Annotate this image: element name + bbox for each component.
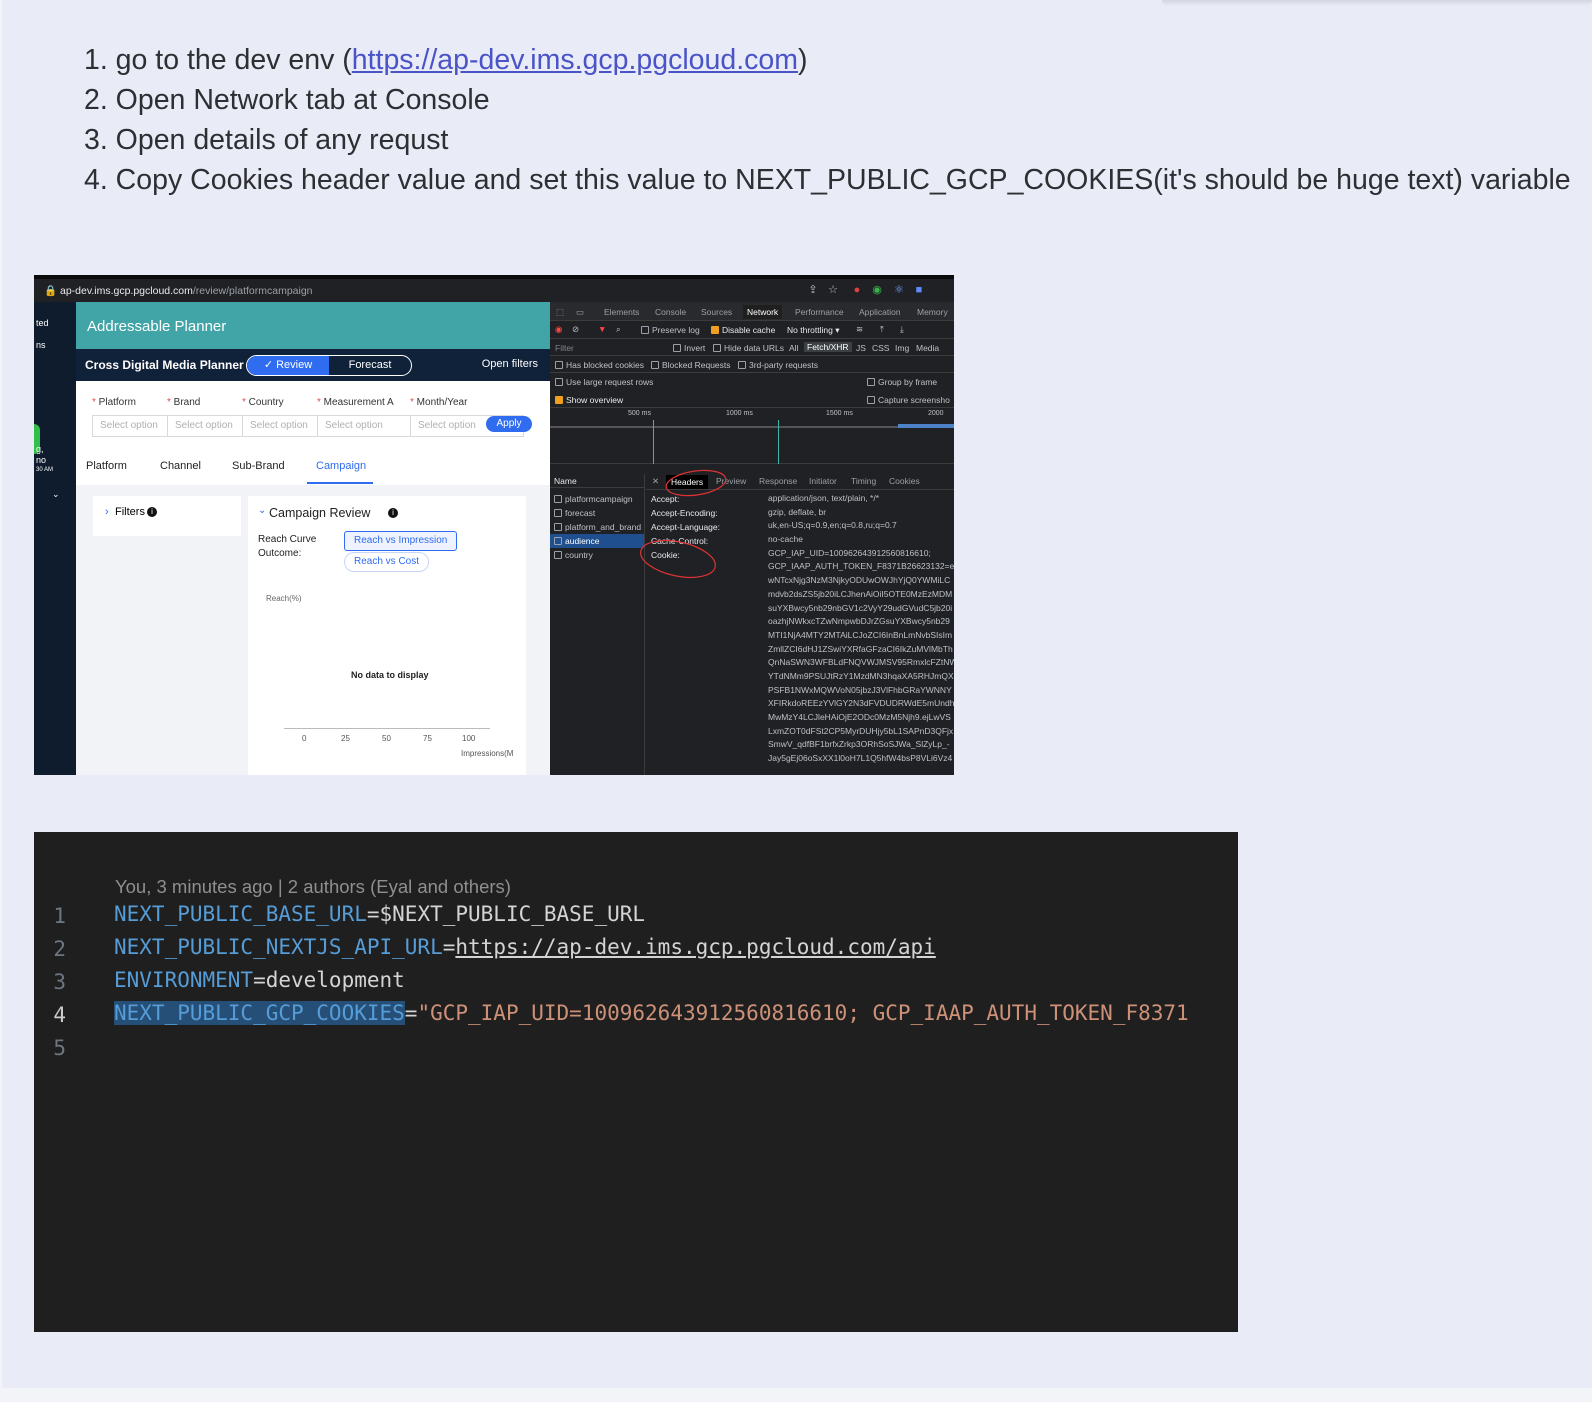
open-filters-button[interactable]: Open filters <box>482 358 538 370</box>
selected-text: NEXT_PUBLIC_GCP_COOKIES <box>114 1001 405 1025</box>
y-axis-label: Reach(%) <box>266 594 302 603</box>
reach-vs-cost-button[interactable]: Reach vs Cost <box>344 552 430 572</box>
x-tick: 50 <box>382 734 391 743</box>
country-select[interactable]: Select option <box>242 415 318 437</box>
x-tick: 100 <box>462 734 476 743</box>
left-sidebar: ted ns g, no 30 AM ⌄ <box>34 302 76 775</box>
dev-env-link[interactable]: https://ap-dev.ims.gcp.pgcloud.com <box>352 44 798 76</box>
step-4: 4. Copy Cookies header value and set thi… <box>84 164 1571 196</box>
x-axis-line <box>284 728 490 729</box>
filters-panel[interactable]: › Filters i <box>93 496 241 536</box>
line-number: 2 <box>53 937 66 961</box>
line-number-current: 4 <box>53 1003 66 1027</box>
level-tabs: Platform Channel Sub-Brand Campaign <box>76 447 550 485</box>
x-tick: 75 <box>423 734 432 743</box>
extension-icon: ● <box>853 284 861 296</box>
devtools-screenshot-image: 🔒 ap-dev.ims.gcp.pgcloud.com/review/plat… <box>34 275 954 775</box>
git-blame-annotation: You, 3 minutes ago | 2 authors (Eyal and… <box>115 876 511 897</box>
code-line-3[interactable]: ENVIRONMENT=development <box>114 968 405 992</box>
app-title: Addressable Planner <box>76 302 550 349</box>
browser-url: 🔒 ap-dev.ims.gcp.pgcloud.com/review/plat… <box>44 285 313 297</box>
mode-switch: ✓ Review Forecast <box>246 355 412 376</box>
red-annotation-circles <box>640 469 727 579</box>
chevron-down-icon: ⌄ <box>52 489 60 499</box>
instruction-list: 1. go to the dev env (https://ap-dev.ims… <box>84 40 1571 200</box>
chevron-right-icon: › <box>105 506 109 518</box>
api-url-link: https://ap-dev.ims.gcp.pgcloud.com/api <box>455 935 936 959</box>
step-1: 1. go to the dev env (https://ap-dev.ims… <box>84 44 808 76</box>
step-2: 2. Open Network tab at Console <box>84 84 490 116</box>
chevron-down-icon: ⌄ <box>258 505 267 516</box>
campaign-review-panel: ⌄ Campaign Review i Reach Curve Outcome:… <box>248 496 526 775</box>
browser-address-bar: 🔒 ap-dev.ims.gcp.pgcloud.com/review/plat… <box>34 275 954 302</box>
react-devtools-icon: ⚛ <box>894 284 904 296</box>
code-line-2[interactable]: NEXT_PUBLIC_NEXTJS_API_URL=https://ap-de… <box>114 935 936 959</box>
tab-sub-brand[interactable]: Sub-Brand <box>232 460 285 472</box>
tab-campaign[interactable]: Campaign <box>316 460 366 472</box>
x-tick: 25 <box>341 734 350 743</box>
share-icon: ⇪ <box>808 284 818 296</box>
filter-bar: Platform Brand Country Measurement A Mon… <box>76 381 550 447</box>
x-tick: 0 <box>302 734 307 743</box>
line-number: 1 <box>53 904 66 928</box>
chrome-devtools: ⬚ ▭ Elements Console Sources Network Per… <box>550 302 954 775</box>
popover-shadow <box>1162 0 1592 6</box>
x-axis-label: Impressions(M <box>461 749 514 758</box>
addressable-planner-app: Addressable Planner Cross Digital Media … <box>76 302 550 775</box>
line-number: 5 <box>53 1036 66 1060</box>
measurement-select[interactable]: Select option <box>317 415 411 437</box>
tab-channel[interactable]: Channel <box>160 460 201 472</box>
star-icon: ☆ <box>828 284 838 296</box>
apply-button[interactable]: Apply <box>486 416 532 432</box>
tab-platform[interactable]: Platform <box>86 460 127 472</box>
reach-vs-impression-button[interactable]: Reach vs Impression <box>344 531 458 551</box>
platform-select[interactable]: Select option <box>92 415 168 437</box>
info-icon: i <box>388 508 398 518</box>
no-data-message: No data to display <box>351 670 429 680</box>
code-line-4[interactable]: NEXT_PUBLIC_GCP_COOKIES="GCP_IAP_UID=100… <box>114 1001 1189 1025</box>
app-subheader: Cross Digital Media Planner ✓ Review For… <box>76 349 550 381</box>
code-line-1[interactable]: NEXT_PUBLIC_BASE_URL=$NEXT_PUBLIC_BASE_U… <box>114 902 645 926</box>
extension-icon: ■ <box>915 284 923 296</box>
info-icon: i <box>147 507 157 517</box>
brand-select[interactable]: Select option <box>167 415 243 437</box>
step-3: 3. Open details of any requst <box>84 124 449 156</box>
code-editor[interactable]: You, 3 minutes ago | 2 authors (Eyal and… <box>34 832 1238 1332</box>
review-toggle[interactable]: ✓ Review <box>247 356 329 375</box>
line-number: 3 <box>53 970 66 994</box>
extension-icon: ◉ <box>872 284 882 296</box>
forecast-toggle[interactable]: Forecast <box>329 356 411 375</box>
active-tab-indicator <box>307 482 373 484</box>
